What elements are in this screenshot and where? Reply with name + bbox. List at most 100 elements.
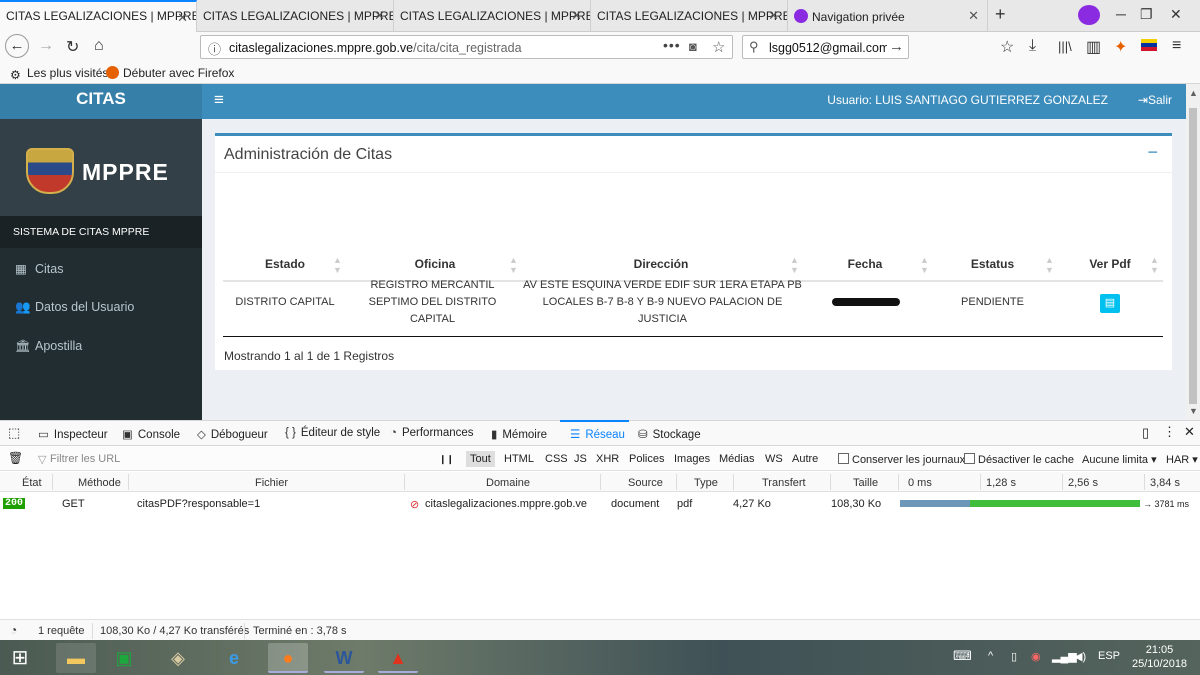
bookmark-most-visited[interactable]: ⚙ Les plus visités: [10, 66, 108, 82]
volume-icon[interactable]: ◀): [1074, 650, 1086, 663]
filter-url-input[interactable]: Filtrer les URL: [50, 453, 120, 465]
close-icon[interactable]: ✕: [968, 8, 979, 24]
column-status[interactable]: État: [22, 477, 42, 489]
tab-debugger[interactable]: ◇ Débogueur: [197, 427, 268, 441]
window-close-icon[interactable]: ✕: [1170, 6, 1182, 23]
element-picker-icon[interactable]: ⬚: [8, 425, 20, 441]
logout-button[interactable]: ⇥Salir: [1138, 93, 1172, 107]
browser-tab[interactable]: CITAS LEGALIZACIONES | MPPRE ✕: [394, 0, 591, 32]
windows-start-icon[interactable]: ⊞: [0, 645, 40, 670]
sort-icon[interactable]: ▲ ▼: [1045, 255, 1054, 275]
scroll-up-icon[interactable]: ▲: [1189, 88, 1198, 98]
pause-button[interactable]: ❙❙: [439, 454, 454, 465]
trash-icon[interactable]: 🗑: [8, 451, 23, 465]
maximize-icon[interactable]: ❐: [1140, 6, 1153, 23]
column-size[interactable]: Taille: [853, 477, 878, 489]
performance-analysis-icon[interactable]: ◔: [10, 623, 17, 637]
close-icon[interactable]: ✕: [768, 8, 779, 24]
url-text[interactable]: citaslegalizaciones.mppre.gob.ve/cita/ci…: [229, 41, 522, 55]
network-icon[interactable]: ▂▄▆: [1052, 650, 1077, 663]
page-scrollbar[interactable]: ▲ ▼: [1186, 84, 1200, 420]
collapse-button[interactable]: −: [1147, 142, 1158, 163]
scroll-thumb[interactable]: [1189, 108, 1197, 404]
column-method[interactable]: Méthode: [78, 477, 121, 489]
checkbox-box[interactable]: [964, 453, 975, 464]
taskbar-ie[interactable]: e: [214, 643, 254, 673]
view-pdf-button[interactable]: ▤: [1100, 294, 1120, 313]
taskbar-explorer[interactable]: ▬: [56, 643, 96, 673]
scroll-down-icon[interactable]: ▼: [1189, 406, 1198, 416]
sidebar-item-citas[interactable]: ▦ Citas: [0, 250, 202, 286]
filter-ws[interactable]: WS: [765, 453, 783, 465]
taskbar-acrobat[interactable]: ▲: [378, 643, 418, 673]
search-input[interactable]: lsgg0512@gmail.com: [769, 41, 887, 55]
filter-js[interactable]: JS: [574, 453, 587, 465]
minimize-icon[interactable]: ─: [1116, 6, 1126, 22]
antivirus-icon[interactable]: ◉: [1031, 650, 1041, 663]
column-header-ver-pdf[interactable]: Ver Pdf: [1081, 257, 1139, 271]
browser-tab[interactable]: CITAS LEGALIZACIONES | MPPRE ✕: [591, 0, 788, 32]
sort-icon[interactable]: ▲ ▼: [790, 255, 799, 275]
show-hidden-icons[interactable]: ^: [988, 650, 993, 662]
column-source[interactable]: Source: [628, 477, 663, 489]
browser-tab[interactable]: CITAS LEGALIZACIONES | MPPRE ✕: [0, 0, 197, 32]
language-indicator[interactable]: ESP: [1098, 650, 1120, 662]
bookmark-getting-started[interactable]: Débuter avec Firefox: [106, 66, 234, 80]
filter-xhr[interactable]: XHR: [596, 453, 619, 465]
search-go-icon[interactable]: →: [889, 38, 904, 55]
home-icon[interactable]: ⌂: [94, 37, 104, 55]
library-icon[interactable]: |||\: [1058, 39, 1072, 54]
filter-html[interactable]: HTML: [504, 453, 534, 465]
sidebar-item-apostilla[interactable]: 🏛 Apostilla: [0, 328, 202, 364]
hamburger-menu-icon[interactable]: ≡: [214, 90, 224, 110]
extension-icon[interactable]: ✦: [1114, 37, 1127, 57]
close-devtools-icon[interactable]: ✕: [1184, 424, 1195, 440]
dock-icon[interactable]: ▯: [1142, 425, 1149, 441]
filter-fonts[interactable]: Polices: [629, 453, 664, 465]
sidebar-item-datos-usuario[interactable]: 👥 Datos del Usuario: [0, 289, 202, 325]
close-icon[interactable]: ✕: [177, 10, 188, 26]
column-header-fecha[interactable]: Fecha: [835, 257, 895, 271]
har-menu[interactable]: HAR ▾: [1166, 453, 1198, 466]
column-transfer[interactable]: Transfert: [762, 477, 806, 489]
new-tab-button[interactable]: +: [995, 4, 1006, 25]
sort-icon[interactable]: ▲ ▼: [333, 255, 342, 275]
tab-memory[interactable]: ▮ Mémoire: [491, 427, 547, 441]
persist-logs-checkbox[interactable]: Conserver les journaux: [838, 453, 965, 466]
sidebar-icon[interactable]: ▥: [1086, 37, 1101, 57]
throttle-select[interactable]: Aucune limita ▾: [1082, 453, 1160, 466]
more-options-icon[interactable]: ⋮: [1163, 424, 1176, 440]
pocket-icon[interactable]: ◙: [689, 39, 697, 54]
taskbar-store[interactable]: ▣: [104, 643, 144, 673]
taskbar-firefox[interactable]: ●: [268, 643, 308, 673]
bookmark-star-icon[interactable]: ☆: [712, 38, 725, 56]
back-arrow-icon[interactable]: ←: [5, 34, 29, 58]
column-header-estatus[interactable]: Estatus: [960, 257, 1025, 271]
reload-icon[interactable]: ↻: [66, 37, 79, 57]
taskbar-word[interactable]: W: [324, 643, 364, 673]
downloads-icon[interactable]: ⤓: [1029, 37, 1036, 55]
sort-icon[interactable]: ▲ ▼: [509, 255, 518, 275]
tab-storage[interactable]: ⛁ Stockage: [638, 427, 701, 441]
sort-icon[interactable]: ▲ ▼: [920, 255, 929, 275]
column-header-estado[interactable]: Estado: [250, 257, 320, 271]
url-bar[interactable]: ⓘ citaslegalizaciones.mppre.gob.ve/cita/…: [200, 35, 733, 59]
tab-network[interactable]: ☰ Réseau: [570, 427, 625, 441]
tab-style-editor[interactable]: { } Éditeur de style: [285, 427, 380, 439]
keyboard-icon[interactable]: ⌨: [953, 648, 972, 664]
tab-inspector[interactable]: ▭ Inspecteur: [38, 427, 108, 441]
close-icon[interactable]: ✕: [374, 8, 385, 24]
column-type[interactable]: Type: [694, 477, 718, 489]
page-actions-icon[interactable]: •••: [663, 37, 681, 53]
tab-performance[interactable]: ◔ Performances: [390, 427, 474, 439]
taskbar-app[interactable]: ◈: [158, 643, 198, 673]
column-header-oficina[interactable]: Oficina: [395, 257, 475, 271]
filter-other[interactable]: Autre: [792, 453, 818, 465]
filter-css[interactable]: CSS: [545, 453, 568, 465]
browser-tab[interactable]: CITAS LEGALIZACIONES | MPPRE ✕: [197, 0, 394, 32]
checkbox-box[interactable]: [838, 453, 849, 464]
column-header-direccion[interactable]: Dirección: [615, 257, 707, 271]
app-brand[interactable]: CITAS: [0, 84, 202, 119]
menu-icon[interactable]: ≡: [1172, 37, 1181, 55]
filter-images[interactable]: Images: [674, 453, 710, 465]
